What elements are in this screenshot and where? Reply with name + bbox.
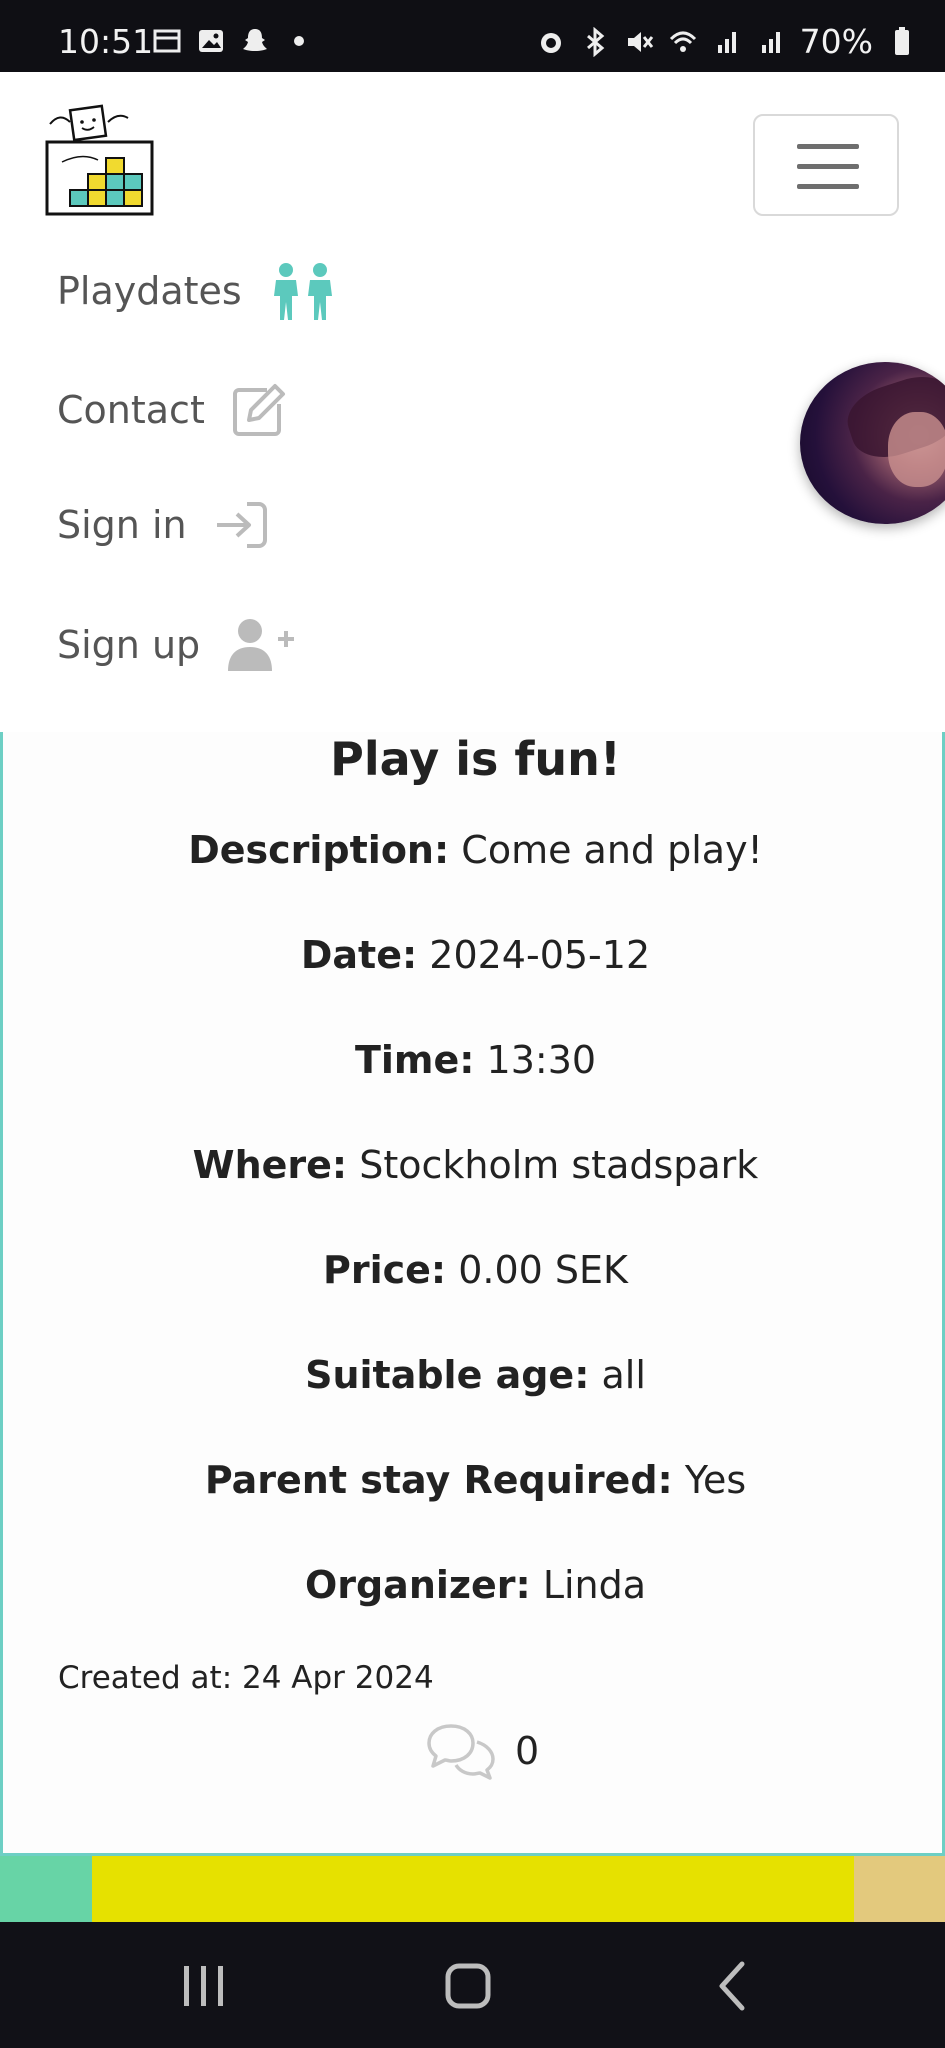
signal-icon [717,31,736,53]
playdate-title: Play is fun! [330,732,621,786]
location-row: Where: Stockholm stadspark [192,1143,759,1187]
back-icon[interactable] [704,1958,764,2014]
nav-item-label: Sign in [57,503,187,547]
battery-percent: 70% [799,22,873,61]
sign-in-icon [216,502,267,548]
status-bar: 10:51 70% [0,0,945,72]
organizer-row: Organizer: Linda [304,1563,647,1607]
time-row: Time: 13:30 [354,1038,597,1082]
nav-item-contact[interactable]: Contact [57,382,287,438]
nav-item-label: Sign up [57,623,201,667]
comment-count: 0 [515,1729,540,1773]
menu-toggle-button[interactable] [753,114,899,216]
nav-item-sign-up[interactable]: Sign up [57,617,296,673]
mute-icon [627,31,653,52]
age-row: Suitable age: all [305,1353,646,1397]
logo-icon[interactable] [42,102,162,220]
nav-item-label: Playdates [57,269,242,313]
nav-item-sign-in[interactable]: Sign in [57,500,269,550]
gallery-icon [199,30,223,52]
created-at: Created at: 24 Apr 2024 [58,1660,434,1696]
snapchat-icon [243,29,267,51]
user-plus-icon [228,619,295,671]
bluetooth-icon [586,26,604,57]
comments-icon [427,1724,495,1780]
recent-apps-icon[interactable] [174,1958,234,2014]
battery-icon [895,26,909,55]
nav-item-label: Contact [57,388,205,432]
status-time: 10:51 [58,22,154,61]
dot-icon [294,36,304,46]
home-icon[interactable] [438,1958,498,2014]
playdate-card: Play is fun! Description: Come and play!… [0,732,945,1856]
price-row: Price: 0.00 SEK [323,1248,628,1292]
navbar: Playdates Contact Sign in Sign up [0,72,945,734]
description-row: Description: Come and play! [188,828,763,872]
signal-icon [761,31,780,53]
edit-icon [232,384,285,436]
alarm-icon [540,32,561,53]
system-navigation-bar [0,1922,945,2048]
date-row: Date: 2024-05-12 [300,933,651,977]
comments-button[interactable]: 0 [425,1722,539,1780]
wifi-icon [669,31,696,52]
nav-item-playdates[interactable]: Playdates [57,262,338,320]
children-icon [273,263,332,320]
calendar-icon [153,29,181,53]
menu-icon [797,144,859,149]
parent-stay-row: Parent stay Required: Yes [204,1458,747,1502]
footer-strip [0,1856,945,1922]
